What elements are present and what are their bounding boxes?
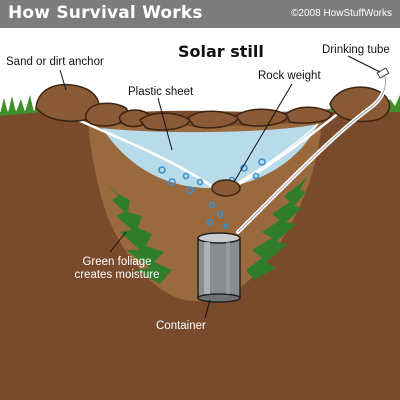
label-green-foliage-line2: creates moisture	[74, 269, 160, 281]
copyright-notice: ©2008 HowStuffWorks	[291, 8, 392, 19]
label-sand-anchor: Sand or dirt anchor	[6, 56, 104, 68]
label-plastic-sheet: Plastic sheet	[128, 86, 194, 98]
label-container: Container	[156, 320, 206, 332]
header-banner: How Survival Works ©2008 HowStuffWorks	[0, 0, 400, 28]
label-green-foliage: Green foliage creates moisture	[62, 256, 172, 282]
rock-weight	[211, 179, 241, 197]
container-can	[197, 232, 241, 303]
tube-opening	[376, 67, 390, 79]
label-rock-weight: Rock weight	[258, 70, 321, 82]
label-green-foliage-line1: Green foliage	[82, 256, 152, 268]
label-drinking-tube: Drinking tube	[322, 44, 390, 56]
solar-still-diagram: How Survival Works ©2008 HowStuffWorks S…	[0, 0, 400, 400]
site-title: How Survival Works	[8, 3, 203, 23]
diagram-title: Solar still	[178, 42, 264, 61]
